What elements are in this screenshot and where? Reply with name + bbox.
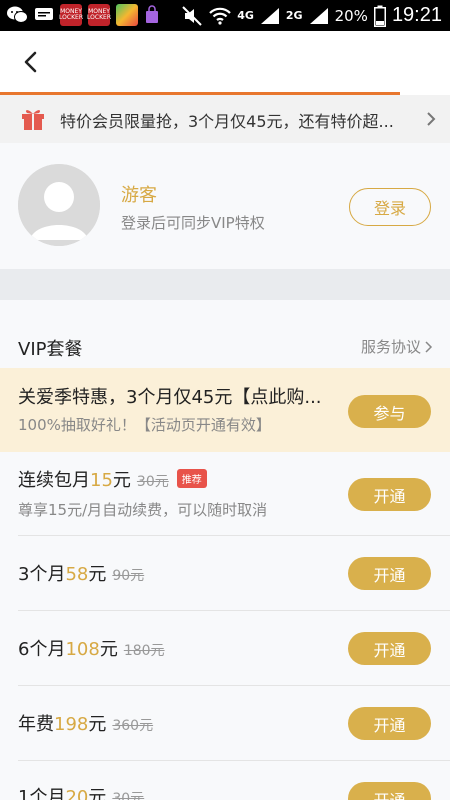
money-locker-icon: MONEY LOCKER [87,4,111,26]
subscribe-button[interactable]: 开通 [348,782,431,800]
user-name: 游客 [121,185,157,206]
status-bar: MONEY LOCKER MONEY LOCKER 4G 2G 20% 19:2… [0,0,450,31]
signal-icon [260,7,279,24]
price-unit: 元 [88,787,107,800]
clock: 19:21 [391,4,442,26]
section-divider [0,269,450,300]
price-unit: 元 [88,714,107,735]
special-offer-title: 关爱季特惠，3个月仅45元【点此购... [18,387,322,408]
package-title: 6个月108元 180元 [18,635,165,661]
agreement-label: 服务协议 [360,338,421,356]
back-button[interactable] [18,45,48,79]
package-row[interactable]: 连续包月15元 30元 推荐 尊享15元/月自动续费，可以随时取消 开通 [0,452,450,536]
promo-text: 特价会员限量抢，3个月仅45元，还有特价超... [60,112,394,131]
package-name: 年费 [18,714,54,735]
package-price: 58 [65,564,89,585]
package-title: 连续包月15元 30元 推荐 [18,466,207,492]
profile-card: 游客 登录后可同步VIP特权 登录 [0,143,450,269]
message-icon [35,8,53,20]
original-price: 30元 [112,791,145,800]
network-type: 4G [237,9,254,22]
back-arrow-icon [24,51,37,73]
subscribe-button[interactable]: 开通 [348,557,431,590]
gift-icon [22,110,44,130]
subscribe-button[interactable]: 开通 [348,632,431,665]
login-button[interactable]: 登录 [349,188,431,226]
recommend-badge: 推荐 [176,469,207,488]
service-agreement-link[interactable]: 服务协议 [361,336,434,357]
chevron-right-icon [427,112,436,126]
notification-icons: MONEY LOCKER MONEY LOCKER [6,4,160,26]
package-price: 108 [65,639,100,660]
package-row[interactable]: 6个月108元 180元 开通 [0,611,450,686]
system-status: 4G 2G 20% 19:21 [181,2,442,29]
promo-banner[interactable]: 特价会员限量抢，3个月仅45元，还有特价超... [0,95,450,143]
section-title: VIP套餐 [18,339,83,360]
price-unit: 元 [88,564,107,585]
chevron-right-icon [425,340,433,353]
package-price: 198 [54,714,89,735]
network-type-2: 2G [285,9,303,22]
subscribe-button[interactable]: 开通 [348,707,431,740]
join-button[interactable]: 参与 [348,395,431,428]
subscribe-button[interactable]: 开通 [348,478,431,511]
package-title: 1个月20元 30元 [18,783,144,800]
special-offer-subtitle: 100%抽取好礼！【活动页开通有效】 [18,416,271,434]
vip-packages: VIP套餐 服务协议 关爱季特惠，3个月仅45元【点此购... 100%抽取好礼… [0,300,450,800]
package-price: 20 [65,787,89,800]
package-name: 3个月 [18,564,66,585]
original-price: 90元 [112,568,145,584]
avatar [18,164,100,246]
package-price: 15 [90,470,113,491]
package-name: 1个月 [18,787,66,800]
package-row[interactable]: 3个月58元 90元 开通 [0,536,450,611]
wifi-icon [209,7,232,25]
price-unit: 元 [112,470,131,491]
battery-icon [373,5,386,27]
package-name: 连续包月 [18,470,90,491]
price-unit: 元 [99,639,118,660]
package-title: 3个月58元 90元 [18,560,144,586]
app-store-icon [116,4,138,26]
mute-icon [182,5,202,26]
bag-icon [146,5,158,23]
package-row[interactable]: 年费198元 360元 开通 [0,686,450,761]
signal-icon-2 [309,7,328,24]
money-locker-icon: MONEY LOCKER [59,4,83,26]
package-row[interactable]: 1个月20元 30元 开通 [0,761,450,800]
package-subtitle: 尊享15元/月自动续费，可以随时取消 [18,501,268,519]
login-hint: 登录后可同步VIP特权 [121,214,265,232]
package-name: 6个月 [18,639,66,660]
original-price: 30元 [136,474,169,490]
original-price: 180元 [123,643,165,659]
special-offer-row[interactable]: 关爱季特惠，3个月仅45元【点此购... 100%抽取好礼！【活动页开通有效】 … [0,368,450,452]
original-price: 360元 [112,718,154,734]
battery-percent: 20% [334,6,368,25]
package-title: 年费198元 360元 [18,710,153,736]
nav-header [0,31,450,93]
wechat-icon [7,6,28,23]
default-avatar-icon [18,164,100,246]
